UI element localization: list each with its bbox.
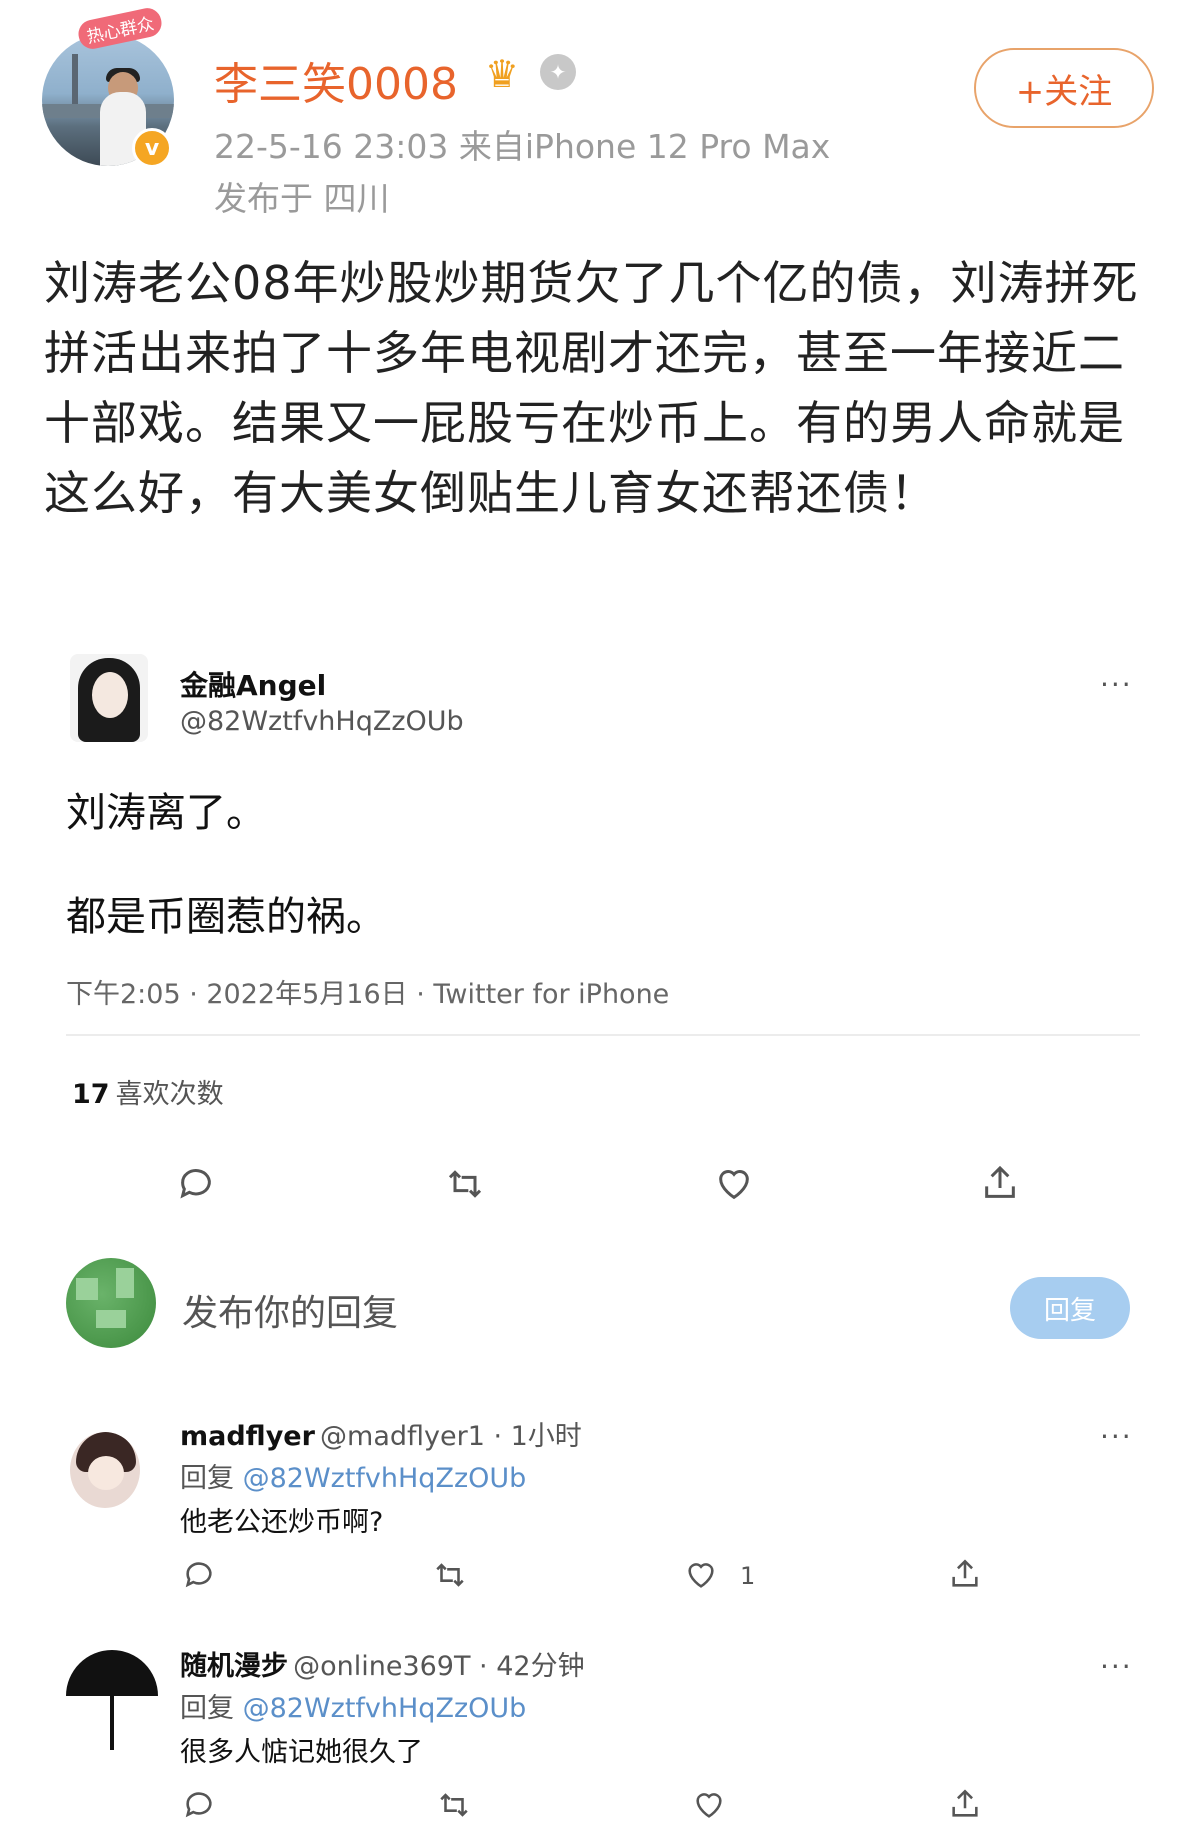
retweet-icon[interactable] xyxy=(432,1558,468,1592)
more-options-icon[interactable]: ··· xyxy=(1100,668,1133,701)
share-icon[interactable] xyxy=(948,1556,982,1592)
divider xyxy=(66,1034,1140,1036)
follow-button[interactable]: +关注 xyxy=(974,48,1154,128)
tweet-text-line: 都是币圈惹的祸。 xyxy=(66,894,386,940)
verified-badge-icon: v xyxy=(132,128,172,168)
reply-author-name[interactable]: 随机漫步 xyxy=(180,1651,288,1682)
retweet-icon[interactable] xyxy=(444,1164,486,1204)
reply-icon[interactable] xyxy=(182,1558,216,1592)
retweet-icon[interactable] xyxy=(436,1788,472,1822)
reply-author-avatar[interactable] xyxy=(66,1640,158,1750)
reply-button[interactable]: 回复 xyxy=(1010,1277,1130,1339)
reply-to-line: 回复 @82WztfvhHqZzOUb xyxy=(180,1456,526,1495)
post-body: 刘涛老公08年炒股炒期货欠了几个亿的债，刘涛拼死拼活出来拍了十多年电视剧才还完，… xyxy=(44,256,1139,520)
reply-to-line: 回复 @82WztfvhHqZzOUb xyxy=(180,1686,526,1725)
medal-icon: ✦ xyxy=(540,54,576,90)
author-name[interactable]: 李三笑0008 xyxy=(214,48,458,112)
reply-header: madflyer @madflyer1 · 1小时 xyxy=(180,1414,582,1453)
more-options-icon[interactable]: ··· xyxy=(1100,1420,1133,1453)
post-location: 发布于 四川 xyxy=(214,179,390,218)
share-icon[interactable] xyxy=(948,1786,982,1822)
reply-author-name[interactable]: madflyer xyxy=(180,1421,315,1452)
reply-input[interactable]: 发布你的回复 xyxy=(182,1284,398,1336)
likes-label: 喜欢次数 xyxy=(115,1079,224,1110)
likes-count[interactable]: 17 喜欢次数 xyxy=(72,1072,224,1111)
like-icon[interactable] xyxy=(714,1164,754,1204)
reply-text: 他老公还炒币啊? xyxy=(180,1507,384,1538)
reply-author-handle[interactable]: @madflyer1 · 1小时 xyxy=(320,1421,582,1452)
like-icon[interactable] xyxy=(684,1558,718,1592)
like-count: 1 xyxy=(740,1562,756,1590)
reply-prefix: 回复 xyxy=(180,1463,234,1494)
tweet-author-avatar[interactable] xyxy=(70,654,148,742)
mention-link[interactable]: @82WztfvhHqZzOUb xyxy=(243,1693,527,1724)
reply-text: 很多人惦记她很久了 xyxy=(180,1737,423,1768)
mention-link[interactable]: @82WztfvhHqZzOUb xyxy=(243,1463,527,1494)
like-icon[interactable] xyxy=(692,1788,726,1822)
reply-header: 随机漫步 @online369T · 42分钟 xyxy=(180,1644,585,1683)
reply-author-avatar[interactable] xyxy=(70,1432,140,1508)
tweet-author-handle[interactable]: @82WztfvhHqZzOUb xyxy=(180,706,464,737)
crown-icon: ♛ xyxy=(485,52,520,96)
reply-icon[interactable] xyxy=(182,1788,216,1822)
reply-icon[interactable] xyxy=(176,1164,216,1204)
reply-prefix: 回复 xyxy=(180,1693,234,1724)
current-user-avatar xyxy=(66,1258,156,1348)
tweet-timestamp: 下午2:05 · 2022年5月16日 · Twitter for iPhone xyxy=(66,979,670,1010)
post-meta: 22-5-16 23:03 来自iPhone 12 Pro Max xyxy=(214,127,831,166)
reply-author-handle[interactable]: @online369T · 42分钟 xyxy=(293,1651,585,1682)
likes-number: 17 xyxy=(72,1079,110,1110)
tweet-text-line: 刘涛离了。 xyxy=(66,790,266,836)
more-options-icon[interactable]: ··· xyxy=(1100,1650,1133,1683)
share-icon[interactable] xyxy=(980,1162,1020,1204)
tweet-author-name[interactable]: 金融Angel xyxy=(180,664,326,704)
